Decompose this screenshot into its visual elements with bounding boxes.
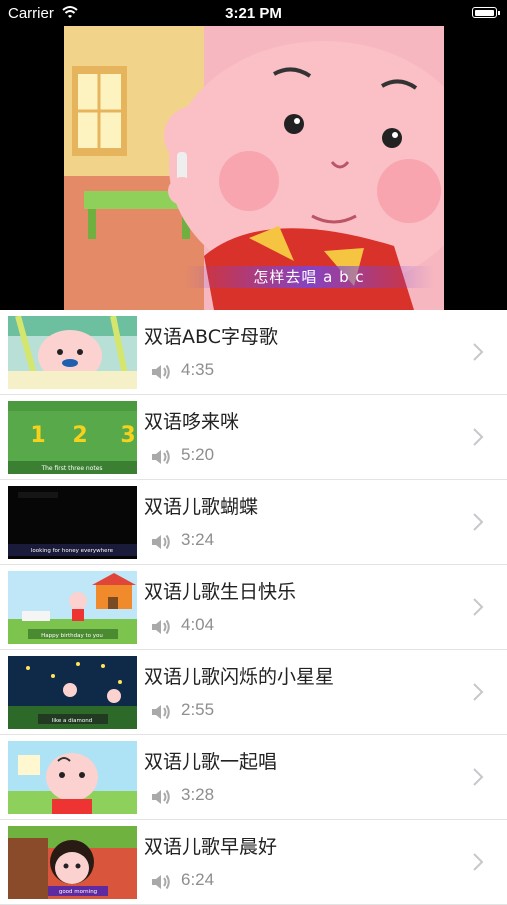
- chevron-right-icon: [473, 343, 484, 361]
- video-title: 双语儿歌一起唱: [144, 751, 278, 773]
- thumb-number: 3: [120, 423, 135, 448]
- speaker-icon: [152, 704, 170, 720]
- chevron-right-icon: [473, 513, 484, 531]
- speaker-icon: [152, 449, 170, 465]
- thumb-caption: The first three notes: [40, 465, 102, 472]
- video-subtitle: 怎样去唱 a b c: [184, 266, 434, 288]
- status-time: 3:21 PM: [225, 5, 282, 22]
- status-bar: Carrier 3:21 PM: [0, 0, 507, 26]
- video-title: 双语儿歌蝴蝶: [144, 496, 259, 518]
- video-title: 双语儿歌早晨好: [144, 836, 278, 858]
- speaker-icon: [152, 364, 170, 380]
- video-title: 双语儿歌闪烁的小星星: [144, 666, 335, 688]
- thumb-caption: looking for honey everywhere: [31, 548, 114, 554]
- video-title: 双语儿歌生日快乐: [144, 581, 297, 603]
- video-duration: 4:04: [181, 615, 215, 634]
- list-item[interactable]: 双语儿歌一起唱 3:28: [0, 735, 507, 820]
- video-title: 双语ABC字母歌: [144, 326, 278, 348]
- video-thumbnail: like a diamond: [8, 656, 137, 729]
- list-item[interactable]: 1 2 3 The first three notes 双语哆来咪 5:20: [0, 395, 507, 480]
- list-item[interactable]: Happy birthday to you 双语儿歌生日快乐 4:04: [0, 565, 507, 650]
- video-thumbnail: looking for honey everywhere: [8, 486, 137, 559]
- video-list: 双语ABC字母歌 4:35 1 2 3 The first three note…: [0, 310, 507, 905]
- chevron-right-icon: [473, 768, 484, 786]
- chevron-right-icon: [473, 428, 484, 446]
- thumb-caption: Happy birthday to you: [41, 633, 103, 639]
- video-thumbnail: 1 2 3 The first three notes: [8, 401, 137, 474]
- video-title: 双语哆来咪: [144, 411, 240, 433]
- thumb-caption: like a diamond: [52, 718, 92, 724]
- video-duration: 5:20: [181, 445, 215, 464]
- video-frame[interactable]: 怎样去唱 a b c: [64, 26, 444, 310]
- thumb-number: 1: [30, 423, 45, 448]
- video-duration: 3:28: [181, 785, 215, 804]
- video-duration: 2:55: [181, 700, 215, 719]
- video-duration: 6:24: [181, 870, 215, 889]
- chevron-right-icon: [473, 683, 484, 701]
- list-item[interactable]: looking for honey everywhere 双语儿歌蝴蝶 3:24: [0, 480, 507, 565]
- video-thumbnail: Happy birthday to you: [8, 571, 137, 644]
- video-duration: 4:35: [181, 360, 215, 379]
- video-thumbnail: [8, 316, 137, 389]
- video-thumbnail: [8, 741, 137, 814]
- list-item[interactable]: like a diamond 双语儿歌闪烁的小星星 2:55: [0, 650, 507, 735]
- speaker-icon: [152, 874, 170, 890]
- video-player[interactable]: 怎样去唱 a b c: [0, 26, 507, 310]
- list-item[interactable]: 双语ABC字母歌 4:35: [0, 310, 507, 395]
- speaker-icon: [152, 534, 170, 550]
- thumb-caption: good morning: [59, 889, 97, 895]
- speaker-icon: [152, 789, 170, 805]
- chevron-right-icon: [473, 853, 484, 871]
- thumb-number: 2: [72, 423, 87, 448]
- video-thumbnail: good morning: [8, 826, 137, 899]
- chevron-right-icon: [473, 598, 484, 616]
- list-item[interactable]: good morning 双语儿歌早晨好 6:24: [0, 820, 507, 905]
- speaker-icon: [152, 619, 170, 635]
- battery-icon: [472, 7, 500, 18]
- video-duration: 3:24: [181, 530, 215, 549]
